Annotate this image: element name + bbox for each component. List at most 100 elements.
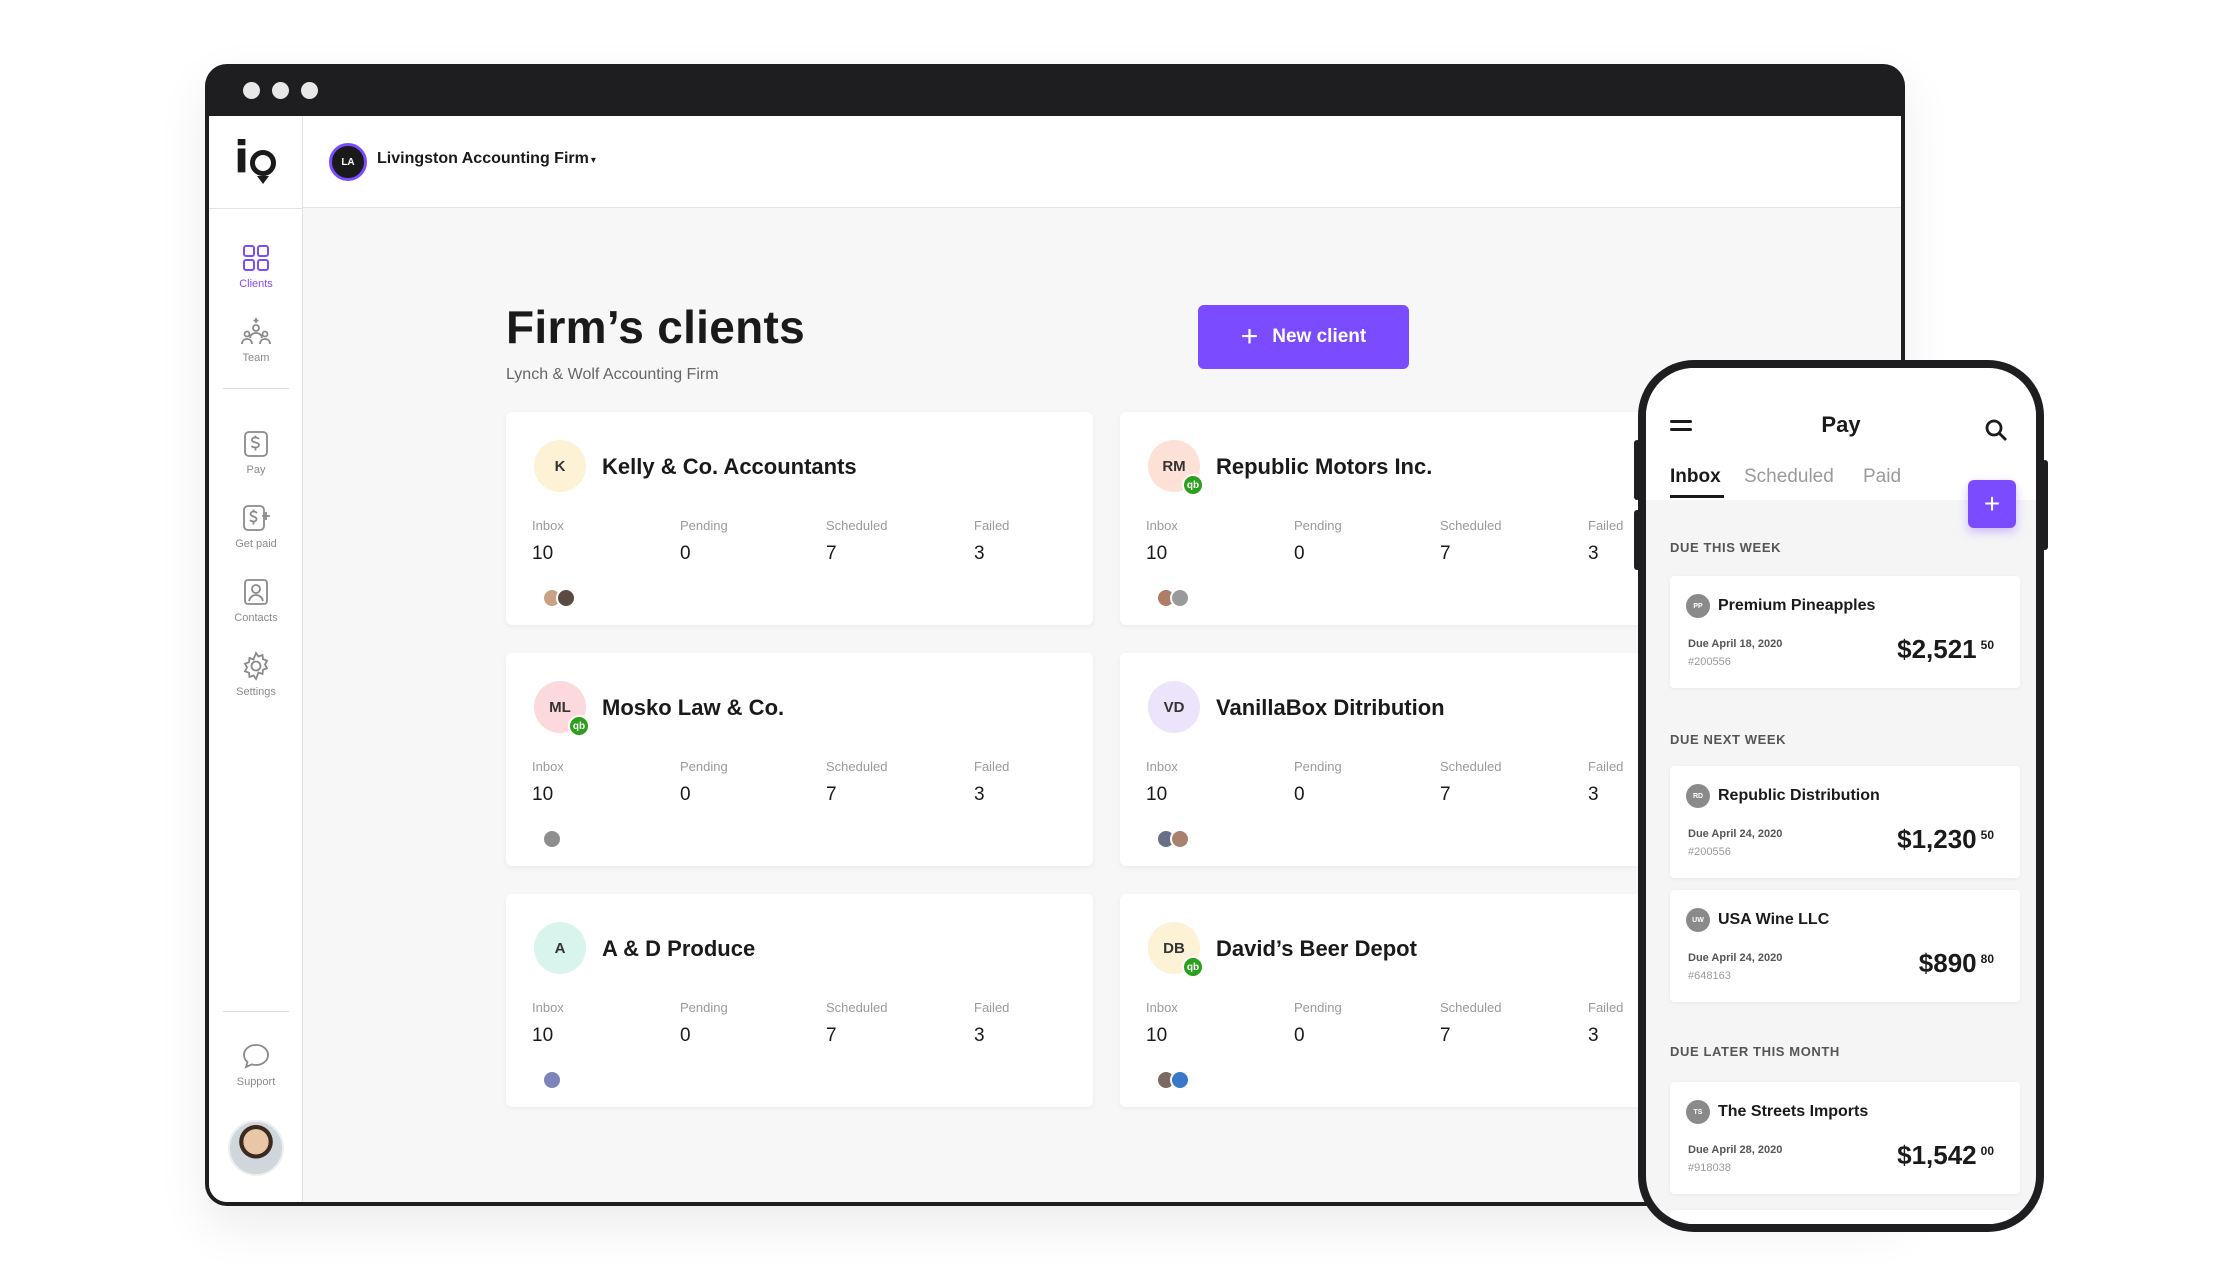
phone-button (1634, 510, 1640, 570)
window-dot[interactable] (301, 81, 318, 99)
gear-icon (243, 651, 269, 681)
stat-failed: Failed 3 (974, 1000, 1009, 1047)
stat-value: 0 (1294, 543, 1305, 564)
stat-scheduled: Scheduled 7 (826, 759, 887, 806)
due-date: Due April 18, 2020 (1688, 638, 1783, 650)
team-member-avatar[interactable] (542, 1070, 562, 1090)
window-dot[interactable] (243, 81, 260, 99)
stat-value: 0 (1294, 1025, 1305, 1046)
amount-dollars: $1,542 (1897, 1140, 1977, 1170)
client-name: Kelly & Co. Accountants (602, 454, 857, 479)
stat-failed: Failed 3 (974, 759, 1009, 806)
add-bill-button[interactable]: + (1968, 480, 2016, 528)
chat-bubble-icon (243, 1044, 269, 1069)
tab-scheduled[interactable]: Scheduled (1744, 466, 1834, 488)
bill-card[interactable] (1670, 1210, 2020, 1224)
bill-card[interactable]: RD Republic Distribution Due April 24, 202… (1670, 766, 2020, 878)
bill-amount: $890 80 (1919, 948, 1994, 979)
section-heading: DUE LATER THIS MONTH (1670, 1044, 1840, 1059)
stat-value: 10 (532, 1025, 554, 1046)
stat-label: Scheduled (826, 1000, 888, 1015)
stat-inbox: Inbox 10 (532, 1000, 564, 1047)
page-title: Firm’s clients (506, 301, 806, 353)
sidebar-item-settings[interactable]: Settings (209, 650, 303, 698)
sidebar-item-team[interactable]: Team (209, 316, 303, 364)
client-initials: K (554, 457, 566, 475)
tab-inbox[interactable]: Inbox (1670, 466, 1721, 488)
stat-scheduled: Scheduled 7 (1440, 759, 1501, 806)
amount-dollars: $890 (1918, 948, 1977, 978)
new-client-label: New client (1272, 326, 1367, 347)
stat-failed: Failed 3 (1588, 759, 1623, 806)
phone-screen: Pay Inbox Scheduled Paid + DUE THIS WEEK… (1646, 368, 2036, 1224)
amount-dollars: $1,230 (1897, 824, 1977, 854)
io-logo[interactable]: i (232, 132, 282, 194)
stat-value: 7 (1440, 543, 1451, 564)
divider (209, 208, 302, 209)
team-member-avatar[interactable] (1170, 1070, 1190, 1090)
grid-icon (243, 245, 269, 271)
stat-label: Failed (1588, 1000, 1624, 1015)
team-icon (241, 318, 271, 345)
sidebar-item-clients[interactable]: Clients (209, 242, 303, 290)
team-member-avatar[interactable] (1170, 588, 1190, 608)
invoice-number: #648163 (1688, 970, 1731, 982)
sidebar-item-pay[interactable]: Pay (209, 428, 303, 476)
stat-scheduled: Scheduled 7 (826, 1000, 887, 1047)
logo-o-ring (250, 150, 276, 176)
plus-icon: + (1240, 320, 1259, 353)
stat-label: Scheduled (1440, 759, 1502, 774)
stat-value: 10 (1146, 543, 1168, 564)
firm-switcher[interactable]: Livingston Accounting Firm ▾ (377, 150, 596, 168)
stat-inbox: Inbox 10 (532, 518, 564, 565)
team-member-avatar[interactable] (1170, 829, 1190, 849)
sidebar-item-label: Team (242, 352, 270, 364)
bill-card[interactable]: TS The Streets Imports Due April 28, 2020 #… (1670, 1082, 2020, 1194)
client-card[interactable]: K Kelly & Co. Accountants Inbox 10 Pending 0 S… (506, 412, 1093, 625)
firm-avatar[interactable]: LA (329, 143, 367, 181)
new-client-button[interactable]: + New client (1198, 305, 1409, 369)
stat-pending: Pending 0 (1294, 1000, 1342, 1047)
amount-dollars: $2,521 (1897, 634, 1977, 664)
team-member-avatar[interactable] (542, 829, 562, 849)
sidebar-item-support[interactable]: Support (209, 1040, 303, 1088)
team-member-avatar[interactable] (556, 588, 576, 608)
stat-value: 10 (532, 784, 554, 805)
sidebar-item-label: Settings (236, 686, 276, 698)
section-heading: DUE THIS WEEK (1670, 540, 1782, 555)
phone-title: Pay (1821, 412, 1861, 437)
bill-card[interactable]: PP Premium Pineapples Due April 18, 2020 #2… (1670, 576, 2020, 688)
client-card[interactable]: A A & D Produce Inbox 10 Pending 0 Scheduled 7 F… (506, 894, 1093, 1107)
tab-paid[interactable]: Paid (1863, 466, 1901, 488)
stat-label: Inbox (532, 759, 564, 774)
sidebar-item-contacts[interactable]: Contacts (209, 576, 303, 624)
client-card[interactable]: DB qb David’s Beer Depot Inbox 10 Pending 0 Sch… (1120, 894, 1707, 1107)
stat-label: Pending (1294, 759, 1342, 774)
stat-value: 0 (680, 543, 691, 564)
vendor-avatar: RD (1686, 784, 1710, 808)
stat-value: 7 (826, 1025, 837, 1046)
bill-card[interactable]: UW USA Wine LLC Due April 24, 2020 #648163 $… (1670, 890, 2020, 1002)
window-dot[interactable] (272, 81, 289, 99)
contacts-icon (244, 579, 268, 605)
client-card[interactable]: VD VanillaBox Ditribution Inbox 10 Pending 0 S… (1120, 653, 1707, 866)
user-avatar[interactable] (228, 1120, 284, 1176)
search-icon[interactable] (1984, 418, 2008, 442)
stat-pending: Pending 0 (1294, 518, 1342, 565)
stat-label: Inbox (1146, 518, 1178, 533)
stat-pending: Pending 0 (680, 1000, 728, 1047)
client-card[interactable]: RM qb Republic Motors Inc. Inbox 10 Pending 0 S… (1120, 412, 1707, 625)
stat-inbox: Inbox 10 (1146, 759, 1178, 806)
stat-value: 10 (1146, 784, 1168, 805)
stat-label: Scheduled (826, 759, 888, 774)
stat-label: Inbox (532, 518, 564, 533)
stat-value: 3 (1588, 1025, 1599, 1046)
phone-button (2042, 460, 2048, 550)
stat-label: Failed (974, 1000, 1010, 1015)
invoice-number: #918038 (1688, 1162, 1731, 1174)
stat-label: Pending (680, 1000, 728, 1015)
quickbooks-icon: qb (1182, 956, 1204, 978)
sidebar-item-get-paid[interactable]: Get paid (209, 502, 303, 550)
stat-label: Pending (680, 759, 728, 774)
client-card[interactable]: ML qb Mosko Law & Co. Inbox 10 Pending 0 Schedu… (506, 653, 1093, 866)
